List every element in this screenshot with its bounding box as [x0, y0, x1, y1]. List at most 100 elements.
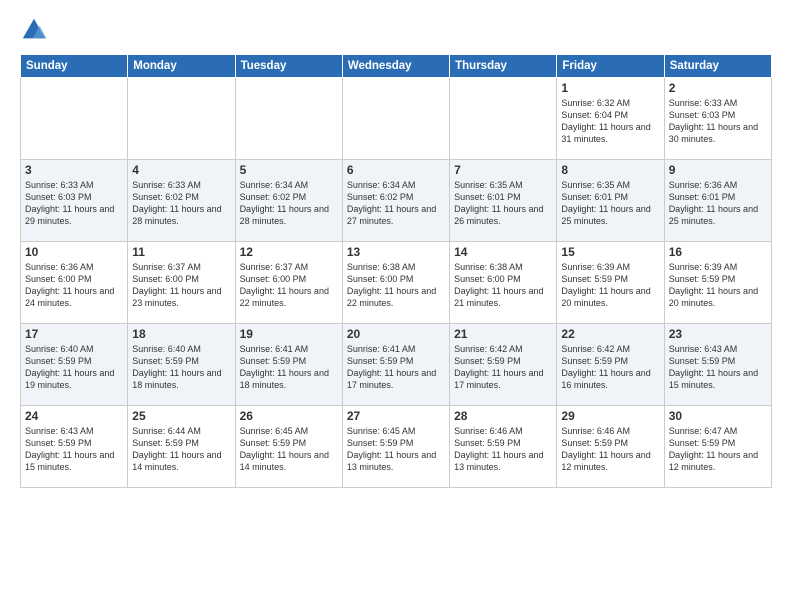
day-number: 7 — [454, 163, 552, 177]
day-number: 22 — [561, 327, 659, 341]
cell-info: Sunrise: 6:35 AM Sunset: 6:01 PM Dayligh… — [561, 179, 659, 228]
calendar-cell: 6 Sunrise: 6:34 AM Sunset: 6:02 PM Daylig… — [342, 160, 449, 242]
day-number: 24 — [25, 409, 123, 423]
cell-info: Sunrise: 6:41 AM Sunset: 5:59 PM Dayligh… — [347, 343, 445, 392]
col-header-monday: Monday — [128, 55, 235, 78]
cell-info: Sunrise: 6:40 AM Sunset: 5:59 PM Dayligh… — [25, 343, 123, 392]
day-number: 12 — [240, 245, 338, 259]
day-number: 29 — [561, 409, 659, 423]
logo — [20, 16, 52, 44]
calendar-cell: 20 Sunrise: 6:41 AM Sunset: 5:59 PM Dayli… — [342, 324, 449, 406]
day-number: 18 — [132, 327, 230, 341]
calendar-cell: 22 Sunrise: 6:42 AM Sunset: 5:59 PM Dayli… — [557, 324, 664, 406]
calendar-cell: 13 Sunrise: 6:38 AM Sunset: 6:00 PM Dayli… — [342, 242, 449, 324]
calendar-cell — [21, 78, 128, 160]
week-row-0: 1 Sunrise: 6:32 AM Sunset: 6:04 PM Daylig… — [21, 78, 772, 160]
calendar-cell — [128, 78, 235, 160]
cell-info: Sunrise: 6:36 AM Sunset: 6:00 PM Dayligh… — [25, 261, 123, 310]
day-number: 28 — [454, 409, 552, 423]
calendar-cell: 5 Sunrise: 6:34 AM Sunset: 6:02 PM Daylig… — [235, 160, 342, 242]
calendar-cell — [450, 78, 557, 160]
day-number: 5 — [240, 163, 338, 177]
day-number: 25 — [132, 409, 230, 423]
day-number: 8 — [561, 163, 659, 177]
cell-info: Sunrise: 6:45 AM Sunset: 5:59 PM Dayligh… — [240, 425, 338, 474]
week-row-1: 3 Sunrise: 6:33 AM Sunset: 6:03 PM Daylig… — [21, 160, 772, 242]
day-number: 13 — [347, 245, 445, 259]
week-row-4: 24 Sunrise: 6:43 AM Sunset: 5:59 PM Dayli… — [21, 406, 772, 488]
cell-info: Sunrise: 6:38 AM Sunset: 6:00 PM Dayligh… — [347, 261, 445, 310]
day-number: 17 — [25, 327, 123, 341]
page: SundayMondayTuesdayWednesdayThursdayFrid… — [0, 0, 792, 498]
day-number: 1 — [561, 81, 659, 95]
day-number: 4 — [132, 163, 230, 177]
week-row-2: 10 Sunrise: 6:36 AM Sunset: 6:00 PM Dayli… — [21, 242, 772, 324]
day-number: 20 — [347, 327, 445, 341]
col-header-friday: Friday — [557, 55, 664, 78]
calendar-cell: 2 Sunrise: 6:33 AM Sunset: 6:03 PM Daylig… — [664, 78, 771, 160]
cell-info: Sunrise: 6:39 AM Sunset: 5:59 PM Dayligh… — [561, 261, 659, 310]
cell-info: Sunrise: 6:40 AM Sunset: 5:59 PM Dayligh… — [132, 343, 230, 392]
calendar-cell: 23 Sunrise: 6:43 AM Sunset: 5:59 PM Dayli… — [664, 324, 771, 406]
day-number: 19 — [240, 327, 338, 341]
cell-info: Sunrise: 6:43 AM Sunset: 5:59 PM Dayligh… — [25, 425, 123, 474]
calendar-cell: 21 Sunrise: 6:42 AM Sunset: 5:59 PM Dayli… — [450, 324, 557, 406]
cell-info: Sunrise: 6:42 AM Sunset: 5:59 PM Dayligh… — [561, 343, 659, 392]
col-header-thursday: Thursday — [450, 55, 557, 78]
cell-info: Sunrise: 6:43 AM Sunset: 5:59 PM Dayligh… — [669, 343, 767, 392]
calendar-cell: 18 Sunrise: 6:40 AM Sunset: 5:59 PM Dayli… — [128, 324, 235, 406]
col-header-wednesday: Wednesday — [342, 55, 449, 78]
day-number: 27 — [347, 409, 445, 423]
logo-icon — [20, 16, 48, 44]
day-number: 6 — [347, 163, 445, 177]
cell-info: Sunrise: 6:47 AM Sunset: 5:59 PM Dayligh… — [669, 425, 767, 474]
cell-info: Sunrise: 6:33 AM Sunset: 6:03 PM Dayligh… — [669, 97, 767, 146]
calendar-cell: 8 Sunrise: 6:35 AM Sunset: 6:01 PM Daylig… — [557, 160, 664, 242]
cell-info: Sunrise: 6:42 AM Sunset: 5:59 PM Dayligh… — [454, 343, 552, 392]
cell-info: Sunrise: 6:32 AM Sunset: 6:04 PM Dayligh… — [561, 97, 659, 146]
week-row-3: 17 Sunrise: 6:40 AM Sunset: 5:59 PM Dayli… — [21, 324, 772, 406]
calendar-cell: 19 Sunrise: 6:41 AM Sunset: 5:59 PM Dayli… — [235, 324, 342, 406]
calendar-cell: 30 Sunrise: 6:47 AM Sunset: 5:59 PM Dayli… — [664, 406, 771, 488]
day-number: 2 — [669, 81, 767, 95]
calendar-cell: 1 Sunrise: 6:32 AM Sunset: 6:04 PM Daylig… — [557, 78, 664, 160]
day-number: 26 — [240, 409, 338, 423]
day-number: 16 — [669, 245, 767, 259]
col-header-sunday: Sunday — [21, 55, 128, 78]
calendar-cell: 15 Sunrise: 6:39 AM Sunset: 5:59 PM Dayli… — [557, 242, 664, 324]
day-number: 15 — [561, 245, 659, 259]
cell-info: Sunrise: 6:38 AM Sunset: 6:00 PM Dayligh… — [454, 261, 552, 310]
cell-info: Sunrise: 6:46 AM Sunset: 5:59 PM Dayligh… — [561, 425, 659, 474]
calendar-cell: 27Sunrise: 6:45 AM Sunset: 5:59 PM Dayli… — [342, 406, 449, 488]
calendar-cell: 7 Sunrise: 6:35 AM Sunset: 6:01 PM Daylig… — [450, 160, 557, 242]
header-area — [20, 16, 772, 44]
calendar-cell: 24 Sunrise: 6:43 AM Sunset: 5:59 PM Dayli… — [21, 406, 128, 488]
day-number: 10 — [25, 245, 123, 259]
calendar-cell: 17 Sunrise: 6:40 AM Sunset: 5:59 PM Dayli… — [21, 324, 128, 406]
day-number: 9 — [669, 163, 767, 177]
cell-info: Sunrise: 6:46 AM Sunset: 5:59 PM Dayligh… — [454, 425, 552, 474]
calendar-header-row: SundayMondayTuesdayWednesdayThursdayFrid… — [21, 55, 772, 78]
cell-info: Sunrise: 6:35 AM Sunset: 6:01 PM Dayligh… — [454, 179, 552, 228]
calendar-cell: 11Sunrise: 6:37 AM Sunset: 6:00 PM Dayli… — [128, 242, 235, 324]
cell-info: Sunrise: 6:36 AM Sunset: 6:01 PM Dayligh… — [669, 179, 767, 228]
day-number: 14 — [454, 245, 552, 259]
calendar-cell: 4Sunrise: 6:33 AM Sunset: 6:02 PM Daylig… — [128, 160, 235, 242]
day-number: 21 — [454, 327, 552, 341]
calendar-cell: 3 Sunrise: 6:33 AM Sunset: 6:03 PM Daylig… — [21, 160, 128, 242]
day-number: 30 — [669, 409, 767, 423]
cell-info: Sunrise: 6:41 AM Sunset: 5:59 PM Dayligh… — [240, 343, 338, 392]
calendar-cell: 14 Sunrise: 6:38 AM Sunset: 6:00 PM Dayli… — [450, 242, 557, 324]
calendar-cell: 29 Sunrise: 6:46 AM Sunset: 5:59 PM Dayli… — [557, 406, 664, 488]
cell-info: Sunrise: 6:34 AM Sunset: 6:02 PM Dayligh… — [240, 179, 338, 228]
calendar-table: SundayMondayTuesdayWednesdayThursdayFrid… — [20, 54, 772, 488]
calendar-cell: 25Sunrise: 6:44 AM Sunset: 5:59 PM Dayli… — [128, 406, 235, 488]
calendar-cell — [342, 78, 449, 160]
day-number: 11 — [132, 245, 230, 259]
day-number: 3 — [25, 163, 123, 177]
col-header-saturday: Saturday — [664, 55, 771, 78]
calendar-cell: 28 Sunrise: 6:46 AM Sunset: 5:59 PM Dayli… — [450, 406, 557, 488]
day-number: 23 — [669, 327, 767, 341]
cell-info: Sunrise: 6:33 AM Sunset: 6:03 PM Dayligh… — [25, 179, 123, 228]
cell-info: Sunrise: 6:34 AM Sunset: 6:02 PM Dayligh… — [347, 179, 445, 228]
